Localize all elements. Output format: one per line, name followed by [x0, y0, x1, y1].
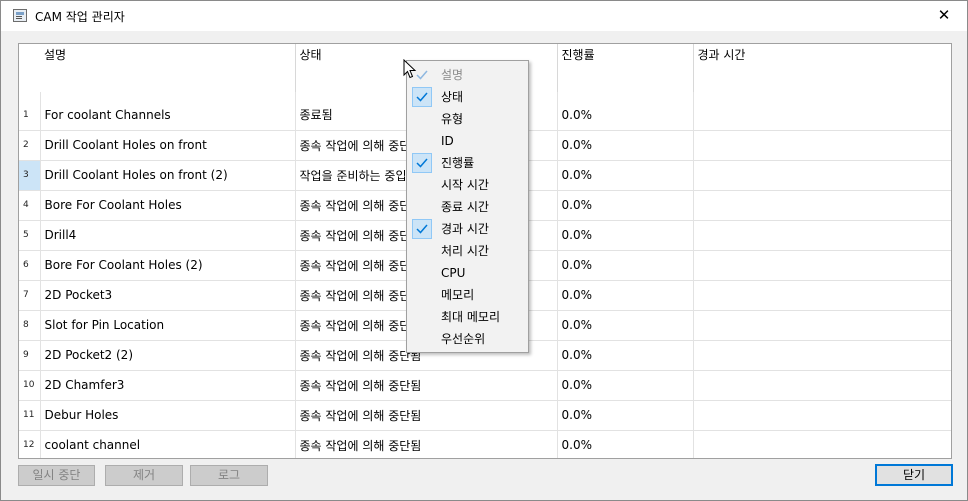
column-header-elapsed-time[interactable]: 경과 시간 [693, 44, 951, 92]
menu-item-column[interactable]: 진행률 [407, 152, 528, 174]
row-number-header [19, 44, 40, 92]
menu-item-label: ID [441, 134, 454, 148]
progress-cell: 0.0% [557, 160, 694, 191]
checkmark-icon [416, 158, 428, 168]
row-number: 12 [19, 430, 41, 458]
row-number: 2 [19, 130, 41, 161]
menu-item-label: 유형 [441, 112, 464, 126]
row-number: 3 [19, 160, 41, 191]
log-button[interactable]: 로그 [190, 465, 268, 486]
table-row[interactable]: 11 Debur Holes 종속 작업에 의해 중단됨 0.0% [19, 400, 951, 431]
progress-cell: 0.0% [557, 310, 694, 341]
progress-cell: 0.0% [557, 220, 694, 251]
elapsed-time-cell [693, 190, 951, 221]
progress-cell: 0.0% [557, 400, 694, 431]
row-number: 8 [19, 310, 41, 341]
status-cell: 종속 작업에 의해 중단됨 [295, 400, 558, 431]
menu-item-column[interactable]: 유형 [407, 108, 528, 130]
menu-item-label: 종료 시간 [441, 200, 489, 214]
description-cell: Drill Coolant Holes on front [40, 130, 296, 161]
column-header-description[interactable]: 설명 [40, 44, 296, 92]
pause-button[interactable]: 일시 중단 [18, 465, 95, 486]
cam-task-manager-window: CAM 작업 관리자 ✕ 설명 상태 진행률 경과 시간 1 For coolan… [0, 0, 968, 501]
table-row[interactable]: 12 coolant channel 종속 작업에 의해 중단됨 0.0% [19, 430, 951, 458]
progress-cell: 0.0% [557, 92, 694, 131]
row-number: 10 [19, 370, 41, 401]
menu-item-column[interactable]: 종료 시간 [407, 196, 528, 218]
status-cell: 종속 작업에 의해 중단됨 [295, 430, 558, 458]
menu-item-column[interactable]: ID [407, 130, 528, 152]
description-cell: 2D Pocket2 (2) [40, 340, 296, 371]
menu-item-label: 설명 [441, 68, 464, 82]
elapsed-time-cell [693, 220, 951, 251]
menu-item-column[interactable]: 우선순위 [407, 328, 528, 350]
progress-cell: 0.0% [557, 190, 694, 221]
description-cell: Drill Coolant Holes on front (2) [40, 160, 296, 191]
menu-item-column[interactable]: 최대 메모리 [407, 306, 528, 328]
menu-item-column[interactable]: CPU [407, 262, 528, 284]
row-number: 5 [19, 220, 41, 251]
window-title: CAM 작업 관리자 [35, 10, 125, 24]
description-cell: Bore For Coolant Holes (2) [40, 250, 296, 281]
menu-item-label: 경과 시간 [441, 222, 489, 236]
elapsed-time-cell [693, 430, 951, 458]
row-number: 11 [19, 400, 41, 431]
column-chooser-context-menu: 설명상태유형 ID 진행률시작 시간종료 시간경과 시간처리 시간 CPU 메모리최대 … [406, 60, 529, 353]
menu-item-label: CPU [441, 266, 466, 280]
elapsed-time-cell [693, 250, 951, 281]
status-cell: 종속 작업에 의해 중단됨 [295, 370, 558, 401]
menu-item-label: 메모리 [441, 288, 475, 302]
row-number: 1 [19, 92, 41, 131]
elapsed-time-cell [693, 340, 951, 371]
cam-app-icon [13, 9, 27, 22]
progress-cell: 0.0% [557, 250, 694, 281]
close-window-button[interactable]: ✕ [921, 1, 967, 31]
progress-cell: 0.0% [557, 340, 694, 371]
description-cell: Slot for Pin Location [40, 310, 296, 341]
row-number: 9 [19, 340, 41, 371]
checkmark-icon [416, 92, 428, 102]
description-cell: Drill4 [40, 220, 296, 251]
column-header-progress[interactable]: 진행률 [557, 44, 694, 92]
menu-item-column: 설명 [407, 64, 528, 86]
elapsed-time-cell [693, 280, 951, 311]
progress-cell: 0.0% [557, 430, 694, 458]
mouse-cursor-icon [403, 59, 417, 79]
elapsed-time-cell [693, 310, 951, 341]
progress-cell: 0.0% [557, 370, 694, 401]
remove-button[interactable]: 제거 [105, 465, 183, 486]
menu-item-column[interactable]: 상태 [407, 86, 528, 108]
elapsed-time-cell [693, 400, 951, 431]
description-cell: Bore For Coolant Holes [40, 190, 296, 221]
menu-item-label: 우선순위 [441, 332, 486, 346]
description-cell: 2D Chamfer3 [40, 370, 296, 401]
menu-item-label: 시작 시간 [441, 178, 489, 192]
menu-item-label: 상태 [441, 90, 464, 104]
table-row[interactable]: 10 2D Chamfer3 종속 작업에 의해 중단됨 0.0% [19, 370, 951, 401]
title-bar: CAM 작업 관리자 ✕ [1, 1, 967, 31]
row-number: 7 [19, 280, 41, 311]
description-cell: Debur Holes [40, 400, 296, 431]
elapsed-time-cell [693, 160, 951, 191]
menu-item-column[interactable]: 시작 시간 [407, 174, 528, 196]
close-button[interactable]: 닫기 [875, 464, 953, 486]
description-cell: coolant channel [40, 430, 296, 458]
checkmark-icon [416, 70, 428, 80]
row-number: 6 [19, 250, 41, 281]
menu-item-column[interactable]: 경과 시간 [407, 218, 528, 240]
menu-item-column[interactable]: 메모리 [407, 284, 528, 306]
elapsed-time-cell [693, 370, 951, 401]
description-cell: 2D Pocket3 [40, 280, 296, 311]
elapsed-time-cell [693, 92, 951, 131]
menu-item-label: 진행률 [441, 156, 475, 170]
checkmark-icon [416, 224, 428, 234]
menu-item-label: 처리 시간 [441, 244, 489, 258]
elapsed-time-cell [693, 130, 951, 161]
progress-cell: 0.0% [557, 280, 694, 311]
menu-item-label: 최대 메모리 [441, 310, 501, 324]
menu-item-column[interactable]: 처리 시간 [407, 240, 528, 262]
description-cell: For coolant Channels [40, 92, 296, 131]
row-number: 4 [19, 190, 41, 221]
progress-cell: 0.0% [557, 130, 694, 161]
